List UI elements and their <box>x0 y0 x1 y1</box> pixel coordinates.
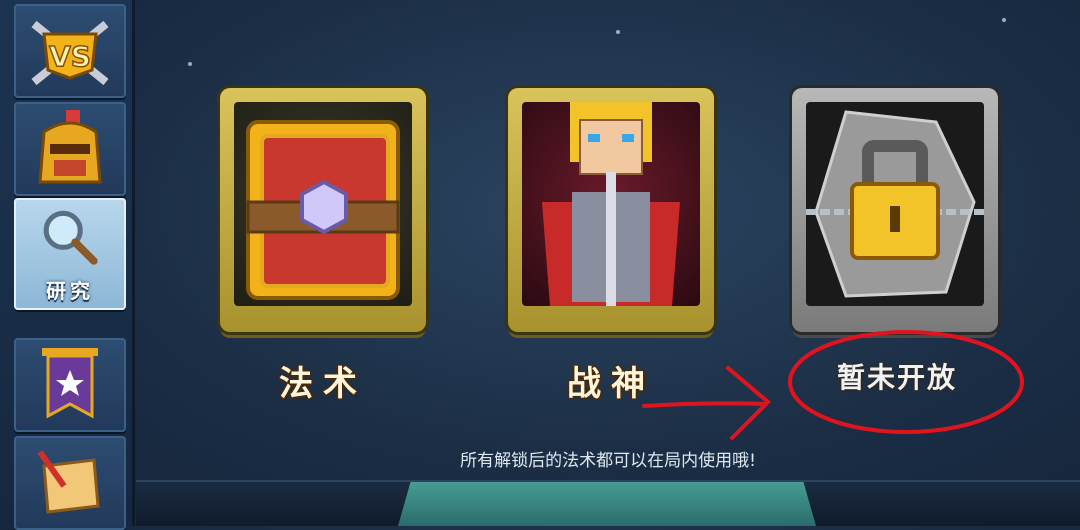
knight-helmet-icon <box>38 110 102 184</box>
highlight-circle <box>788 330 1024 434</box>
card-art <box>234 102 412 306</box>
svg-text:VS: VS <box>49 40 91 73</box>
red-annotation <box>642 330 1024 440</box>
sidebar-item-research[interactable]: 研究 <box>14 198 126 310</box>
spellbook-icon <box>246 120 400 300</box>
scroll-quill-icon <box>37 450 100 514</box>
war-god-card[interactable] <box>508 88 714 332</box>
research-panel: 法术 战神 暂未开放 所有解锁后的法术都可以在局内使用哦! <box>136 0 1080 526</box>
sidebar-item-hero[interactable] <box>14 102 126 196</box>
unlock-hint-text: 所有解锁后的法术都可以在局内使用哦! <box>460 451 756 471</box>
side-menu: VS 研究 <box>0 0 135 530</box>
purple-banner-icon <box>42 348 98 419</box>
sidebar-item-label: 研究 <box>46 279 94 303</box>
locked-card[interactable] <box>792 88 998 332</box>
warrior-hero-icon <box>542 102 680 306</box>
sparkle <box>188 62 192 66</box>
sparkle <box>616 30 620 34</box>
magnifying-glass-icon <box>43 210 98 265</box>
card-art <box>806 102 984 306</box>
sidebar-item-quests[interactable] <box>14 436 126 530</box>
padlock-icon <box>806 110 984 298</box>
spell-card-label: 法术 <box>279 364 367 404</box>
bottom-bar <box>136 480 1080 526</box>
sidebar-item-guild[interactable] <box>14 338 126 432</box>
spell-card[interactable] <box>220 88 426 332</box>
card-art <box>522 102 700 306</box>
arrow-shaft <box>642 401 768 408</box>
vs-crossed-swords-icon: VS <box>31 20 109 86</box>
sparkle <box>1002 18 1006 22</box>
sidebar-item-battle[interactable]: VS <box>14 4 126 98</box>
bottom-tab[interactable] <box>398 482 816 526</box>
